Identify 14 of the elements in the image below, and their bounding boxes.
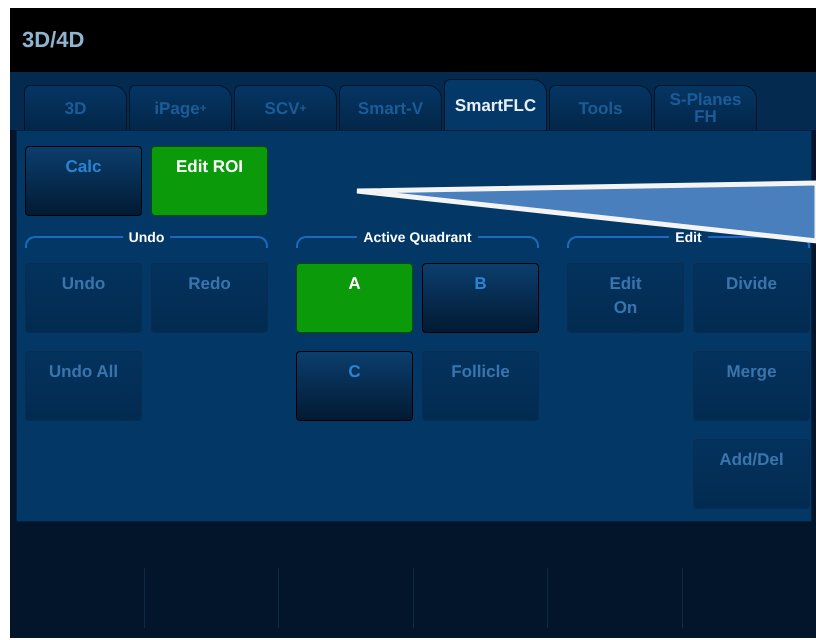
group-title: Edit <box>669 229 708 245</box>
tab[interactable]: SmartFLC <box>444 79 547 130</box>
button[interactable]: Edit ROI <box>151 146 268 216</box>
tab[interactable]: Tools <box>549 85 652 130</box>
tab[interactable]: 3D <box>24 85 127 130</box>
tab[interactable]: Smart-V <box>339 85 442 130</box>
window-title: 3D/4D <box>22 27 84 53</box>
group-title: Active Quadrant <box>357 229 478 245</box>
button[interactable]: A <box>296 263 413 333</box>
button[interactable]: Calc <box>25 146 142 216</box>
button[interactable]: B <box>422 263 539 333</box>
group-title: Undo <box>122 229 170 245</box>
button[interactable]: C <box>296 351 413 421</box>
tab[interactable]: S-Planes FH <box>654 85 757 130</box>
